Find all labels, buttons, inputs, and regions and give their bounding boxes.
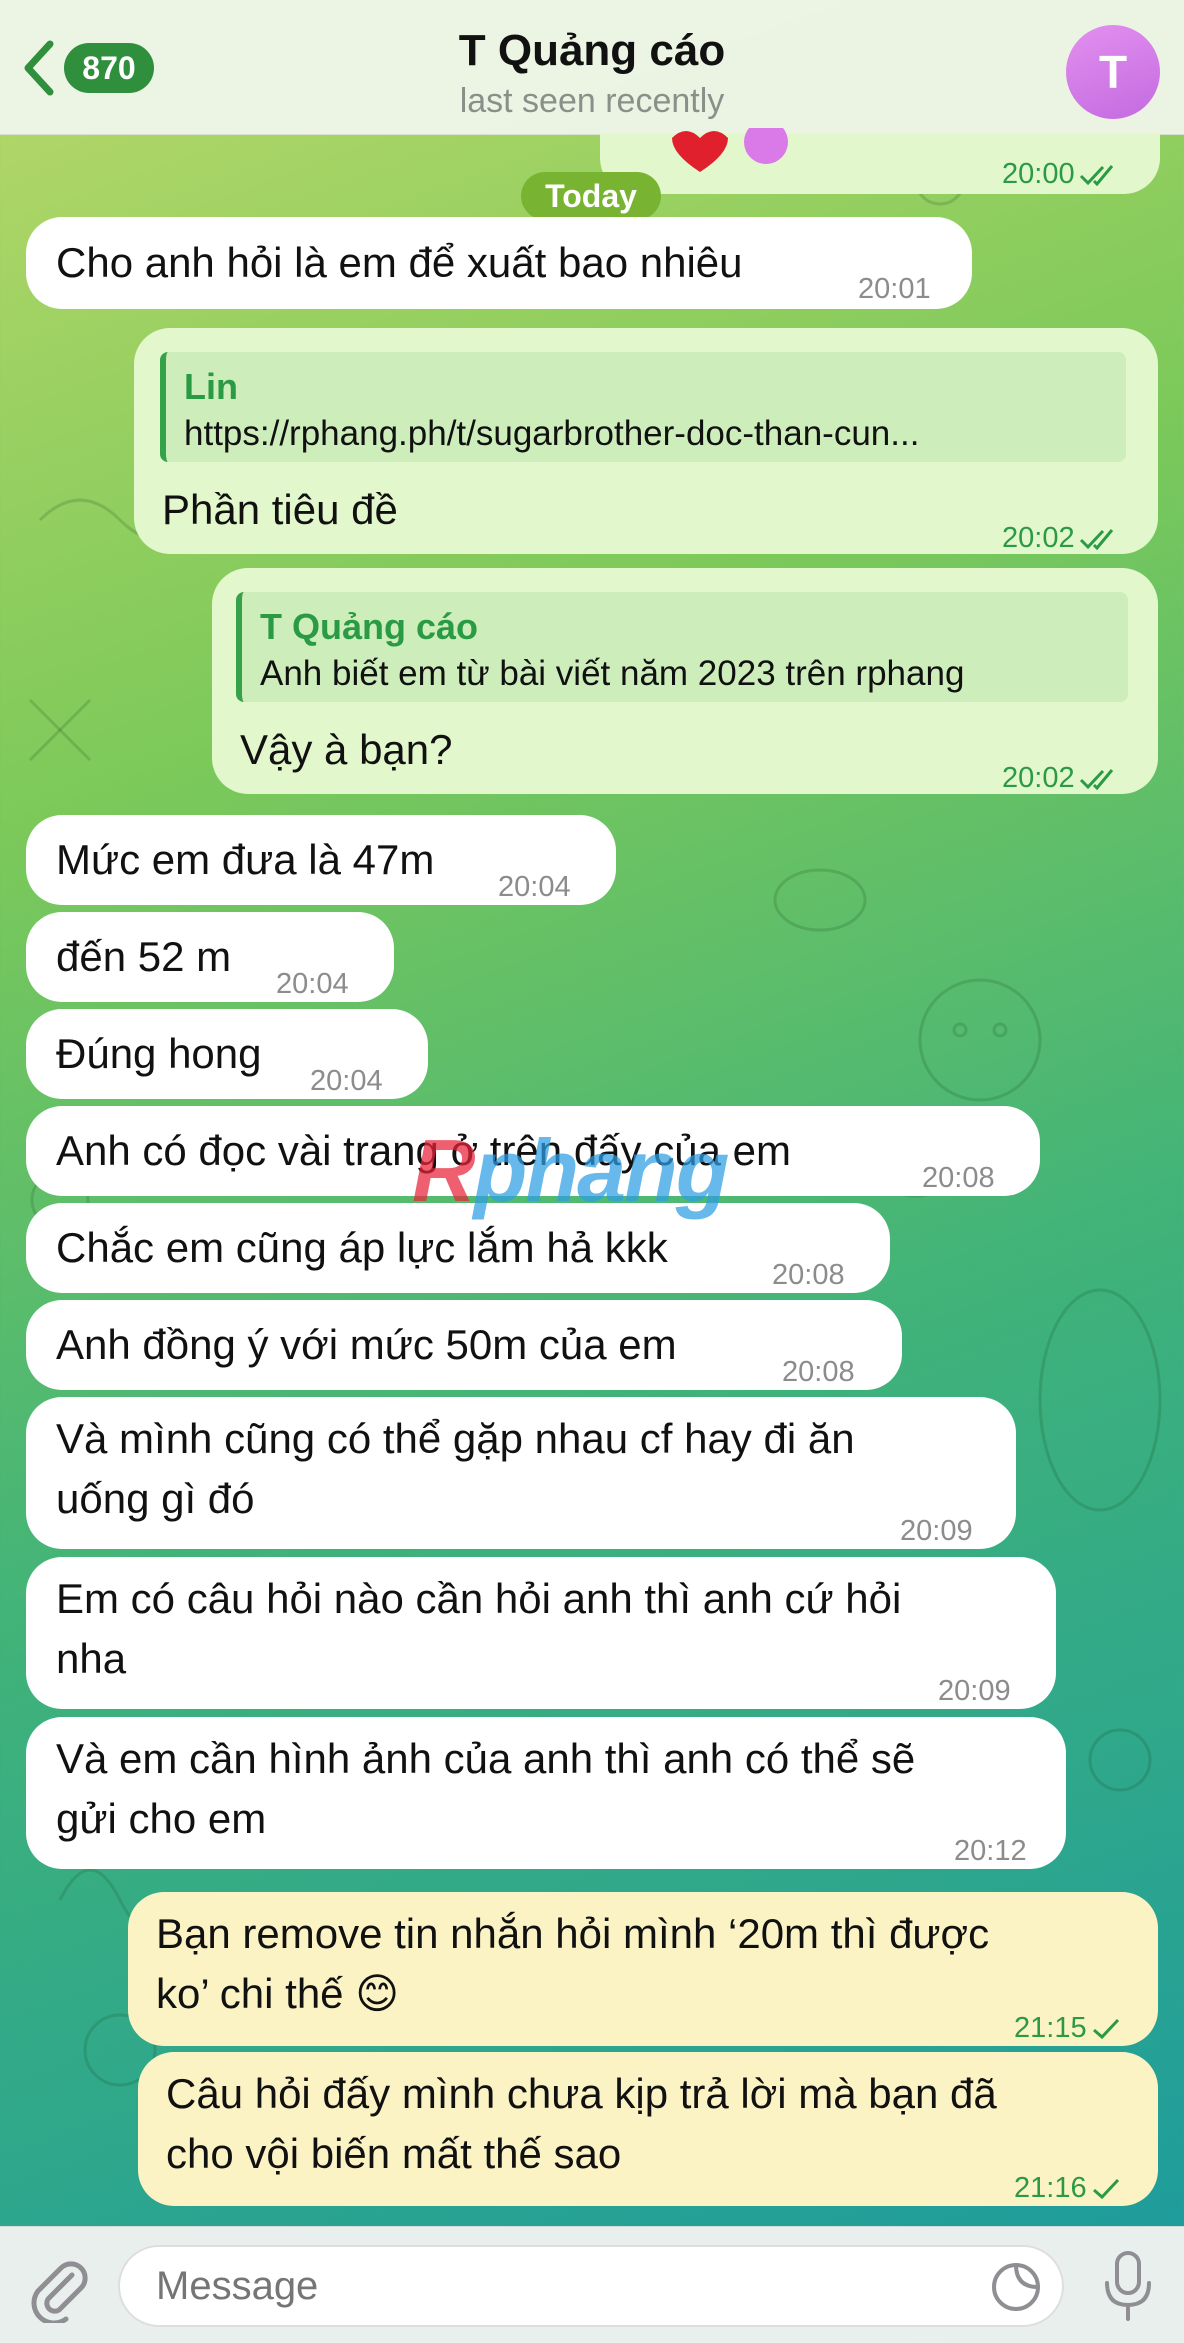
message-bubble-incoming[interactable]: Em có câu hỏi nào cần hỏi anh thì anh cứ… <box>26 1557 1056 1709</box>
reply-sender-name: Lin <box>184 366 238 407</box>
check-icon <box>1092 2019 1119 2040</box>
paperclip-icon[interactable] <box>24 2253 94 2323</box>
message-bubble-incoming[interactable]: Đúng hong 20:04 <box>26 1009 428 1099</box>
message-bubble-incoming[interactable]: Mức em đưa là 47m 20:04 <box>26 815 616 905</box>
message-time: 20:09 <box>900 1515 973 1547</box>
message-bubble-incoming[interactable]: Và mình cũng có thể gặp nhau cf hay đi ă… <box>26 1397 1016 1549</box>
message-time: 20:08 <box>782 1356 855 1388</box>
message-time: 21:15 <box>1014 2012 1087 2044</box>
message-text: Và em cần hình ảnh của anh thì anh có th… <box>56 1735 916 1842</box>
message-bubble-outgoing[interactable]: T Quảng cáo Anh biết em từ bài viết năm … <box>212 568 1158 794</box>
message-bubble-incoming[interactable]: Chắc em cũng áp lực lắm hả kkk 20:08 <box>26 1203 890 1293</box>
message-text: đến 52 m <box>56 933 232 980</box>
message-text: Chắc em cũng áp lực lắm hả kkk <box>56 1224 668 1271</box>
message-time: 20:02 <box>1002 762 1075 794</box>
message-text: Vậy à bạn? <box>240 726 453 773</box>
message-time: 20:04 <box>310 1065 383 1097</box>
message-text: Và mình cũng có thể gặp nhau cf hay đi ă… <box>56 1415 855 1522</box>
message-bubble-incoming[interactable]: Anh có đọc vài trang ở trên đấy của em 2… <box>26 1106 1040 1196</box>
microphone-icon[interactable] <box>1100 2249 1156 2325</box>
message-time: 20:04 <box>276 968 349 1000</box>
message-text: Mức em đưa là 47m <box>56 836 435 883</box>
message-input[interactable] <box>118 2245 1064 2327</box>
message-text: Đúng hong <box>56 1030 262 1077</box>
avatar[interactable]: T <box>1066 25 1160 119</box>
message-bubble-outgoing[interactable]: Câu hỏi đấy mình chưa kịp trả lời mà bạn… <box>138 2052 1158 2206</box>
double-check-icon <box>1079 769 1113 791</box>
message-text: Câu hỏi đấy mình chưa kịp trả lời mà bạn… <box>166 2070 997 2177</box>
check-icon <box>1092 2179 1119 2200</box>
message-text: Anh đồng ý với mức 50m của em <box>56 1321 677 1368</box>
composer-bar <box>0 2226 1184 2343</box>
double-check-icon <box>1079 165 1113 187</box>
message-time: 20:02 <box>1002 522 1075 554</box>
reply-preview-text: https://rphang.ph/t/sugarbrother-doc-tha… <box>184 414 920 453</box>
message-time: 20:09 <box>938 1675 1011 1707</box>
reply-quote[interactable]: Lin https://rphang.ph/t/sugarbrother-doc… <box>160 352 1126 462</box>
message-time: 20:08 <box>922 1162 995 1194</box>
message-time: 20:00 <box>1002 158 1075 190</box>
message-bubble-incoming[interactable]: đến 52 m 20:04 <box>26 912 394 1002</box>
reply-quote[interactable]: T Quảng cáo Anh biết em từ bài viết năm … <box>236 592 1128 702</box>
message-text: Phần tiêu đề <box>162 486 398 533</box>
message-text: Em có câu hỏi nào cần hỏi anh thì anh cứ… <box>56 1575 902 1682</box>
message-time: 20:08 <box>772 1259 845 1291</box>
double-check-icon <box>1079 529 1113 551</box>
reply-sender-name: T Quảng cáo <box>260 606 479 647</box>
sticker-icon[interactable] <box>990 2261 1042 2313</box>
chat-header: 870 T Quảng cáo last seen recently T <box>0 0 1184 135</box>
message-bubble-outgoing[interactable]: Lin https://rphang.ph/t/sugarbrother-doc… <box>134 328 1158 554</box>
message-bubble-outgoing[interactable]: Bạn remove tin nhắn hỏi mình ‘20m thì đư… <box>128 1892 1158 2046</box>
message-bubble-partial[interactable]: 20:00 <box>600 128 1160 194</box>
message-bubble-incoming[interactable]: Và em cần hình ảnh của anh thì anh có th… <box>26 1717 1066 1869</box>
last-seen-status: last seen recently <box>459 82 725 120</box>
reply-preview-text: Anh biết em từ bài viết năm 2023 trên rp… <box>260 654 965 693</box>
message-text: Bạn remove tin nhắn hỏi mình ‘20m thì đư… <box>156 1910 990 2017</box>
chat-title[interactable]: T Quảng cáo <box>0 26 1184 76</box>
message-text: Anh có đọc vài trang ở trên đấy của em <box>56 1127 791 1174</box>
sticker-preview-icon <box>672 128 788 172</box>
message-time: 20:04 <box>498 871 571 903</box>
message-bubble-incoming[interactable]: Cho anh hỏi là em để xuất bao nhiêu 20:0… <box>26 217 972 309</box>
message-bubble-incoming[interactable]: Anh đồng ý với mức 50m của em 20:08 <box>26 1300 902 1390</box>
message-time: 20:12 <box>954 1835 1027 1867</box>
message-time: 21:16 <box>1014 2172 1087 2204</box>
message-text: Cho anh hỏi là em để xuất bao nhiêu <box>56 239 743 286</box>
date-separator: Today <box>521 172 661 220</box>
message-time: 20:01 <box>858 273 931 305</box>
